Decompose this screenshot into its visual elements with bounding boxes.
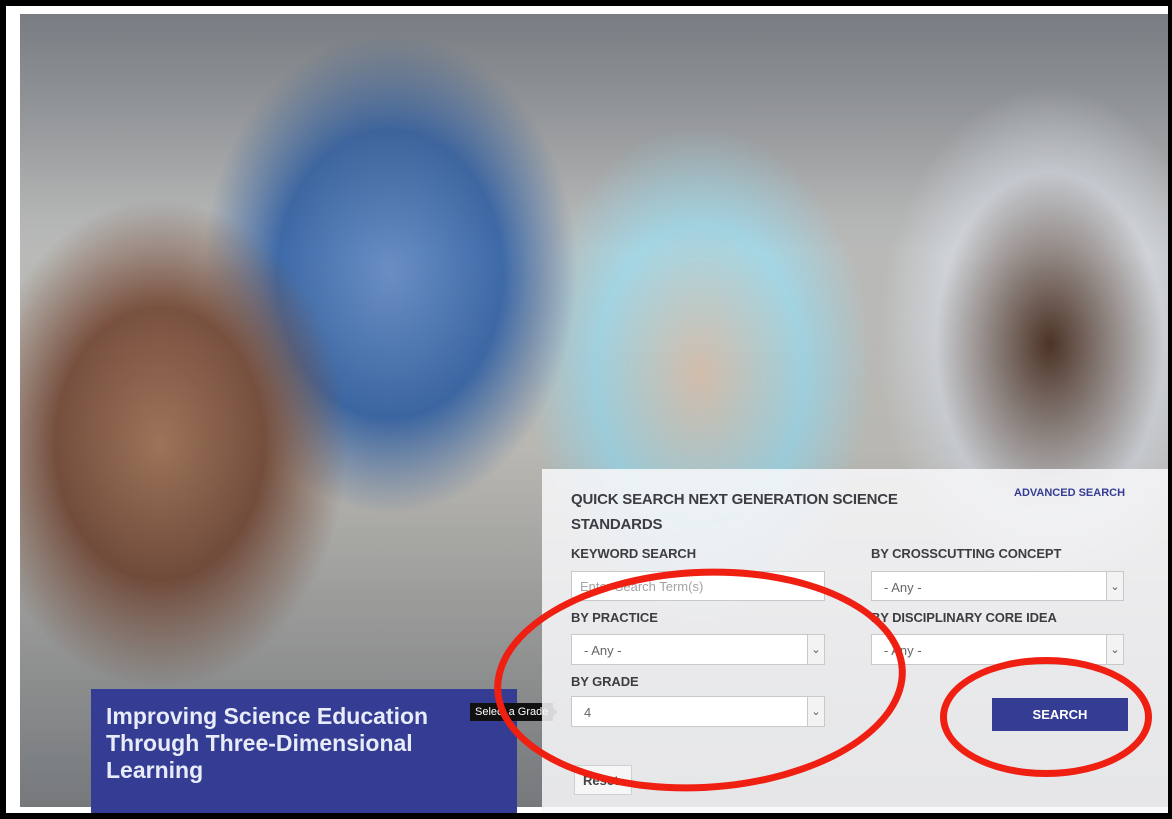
chevron-down-icon: ⌄ [1106, 572, 1123, 600]
crosscutting-select-value: - Any - [884, 580, 922, 595]
crosscutting-select[interactable]: - Any - ⌄ [871, 571, 1124, 601]
chevron-down-icon: ⌄ [807, 697, 824, 726]
search-button[interactable]: SEARCH [992, 698, 1128, 731]
keyword-search-input[interactable] [571, 571, 825, 601]
core-idea-label: BY DISCIPLINARY CORE IDEA [871, 610, 1057, 625]
screenshot-frame: Improving Science Education Through Thre… [0, 0, 1172, 819]
grade-label: BY GRADE [571, 674, 639, 689]
grade-select[interactable]: 4 ⌄ [571, 696, 825, 727]
headline-banner: Improving Science Education Through Thre… [91, 689, 517, 813]
quick-search-title: QUICK SEARCH NEXT GENERATION SCIENCE STA… [571, 491, 898, 533]
core-idea-select-value: - Any - [884, 643, 922, 658]
hero-headline: Improving Science Education Through Thre… [106, 703, 429, 783]
keyword-search-label: KEYWORD SEARCH [571, 546, 696, 561]
core-idea-select[interactable]: - Any - ⌄ [871, 634, 1124, 665]
grade-select-value: 4 [584, 705, 592, 720]
practice-select[interactable]: - Any - ⌄ [571, 634, 825, 665]
chevron-down-icon: ⌄ [1106, 635, 1123, 664]
reset-button[interactable]: Reset [574, 765, 632, 795]
chevron-down-icon: ⌄ [807, 635, 824, 664]
grade-tooltip: Select a Grade [470, 703, 559, 721]
practice-label: BY PRACTICE [571, 610, 658, 625]
advanced-search-link[interactable]: ADVANCED SEARCH [1014, 487, 1125, 499]
practice-select-value: - Any - [584, 643, 622, 658]
crosscutting-label: BY CROSSCUTTING CONCEPT [871, 546, 1062, 561]
quick-search-panel: QUICK SEARCH NEXT GENERATION SCIENCE STA… [542, 469, 1168, 813]
